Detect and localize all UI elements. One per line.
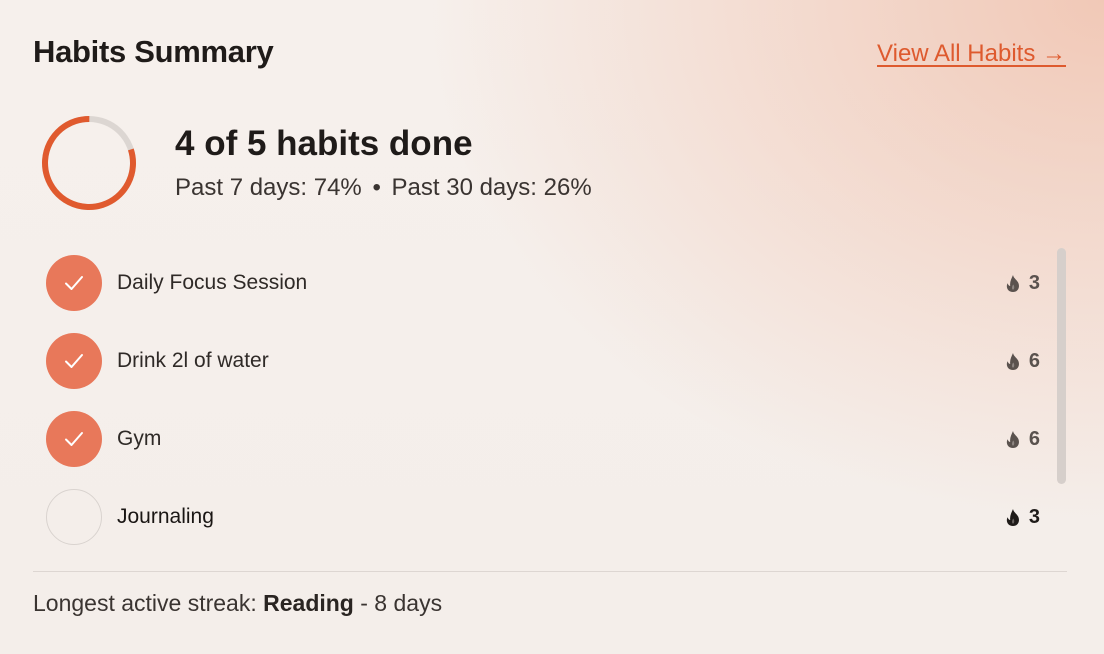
streak-count: 6 [1028, 349, 1040, 372]
habit-name: Gym [117, 427, 162, 450]
habit-checkbox[interactable] [46, 255, 102, 311]
habit-name: Drink 2l of water [117, 349, 269, 372]
habits-summary-card: Habits Summary View All Habits → 4 of 5 … [0, 0, 1104, 654]
checkmark-icon [65, 354, 83, 368]
flame-icon [1005, 508, 1021, 527]
streak-badge: 6 [1005, 350, 1040, 373]
card-title: Habits Summary [33, 34, 274, 69]
streak-count: 3 [1028, 505, 1040, 528]
habit-row-gym[interactable]: Gym 6 [46, 410, 1040, 468]
longest-streak-note: Longest active streak: Reading - 8 days [33, 590, 442, 617]
longest-streak-suffix: - 8 days [353, 590, 443, 616]
habit-checkbox[interactable] [46, 489, 102, 545]
streak-badge: 3 [1005, 272, 1040, 295]
habit-checkbox[interactable] [46, 411, 102, 467]
checkmark-icon [65, 276, 83, 290]
longest-streak-prefix: Longest active streak: [33, 590, 264, 616]
progress-ring-fill [42, 116, 136, 210]
view-all-habits-link[interactable]: View All Habits → [877, 40, 1066, 68]
habit-list-scrollbar[interactable] [1057, 248, 1066, 484]
flame-icon [1005, 352, 1021, 371]
streak-count: 6 [1028, 427, 1040, 450]
habit-name: Journaling [117, 505, 214, 528]
habit-row-journaling[interactable]: Journaling 3 [46, 488, 1040, 546]
completion-stats: Past 7 days: 74% • Past 30 days: 26% [175, 174, 592, 202]
checkmark-icon [65, 432, 83, 446]
flame-icon [1005, 430, 1021, 449]
streak-badge: 6 [1005, 428, 1040, 451]
stat-separator: • [372, 174, 381, 201]
habit-row-drink-water[interactable]: Drink 2l of water 6 [46, 332, 1040, 390]
habit-name: Daily Focus Session [117, 271, 308, 294]
habits-done-count: 4 of 5 habits done [175, 124, 473, 163]
past-30-days-stat: Past 30 days: 26% [391, 174, 592, 201]
flame-icon [1005, 274, 1021, 293]
past-7-days-stat: Past 7 days: 74% [175, 174, 362, 201]
progress-ring [42, 116, 136, 210]
streak-count: 3 [1028, 271, 1040, 294]
habit-list: Daily Focus Session 3 Drink 2l of water … [46, 254, 1040, 548]
footer-divider [33, 571, 1067, 572]
habit-row-daily-focus-session[interactable]: Daily Focus Session 3 [46, 254, 1040, 312]
habit-checkbox[interactable] [46, 333, 102, 389]
streak-badge: 3 [1005, 506, 1040, 529]
longest-streak-habit: Reading [263, 590, 354, 616]
